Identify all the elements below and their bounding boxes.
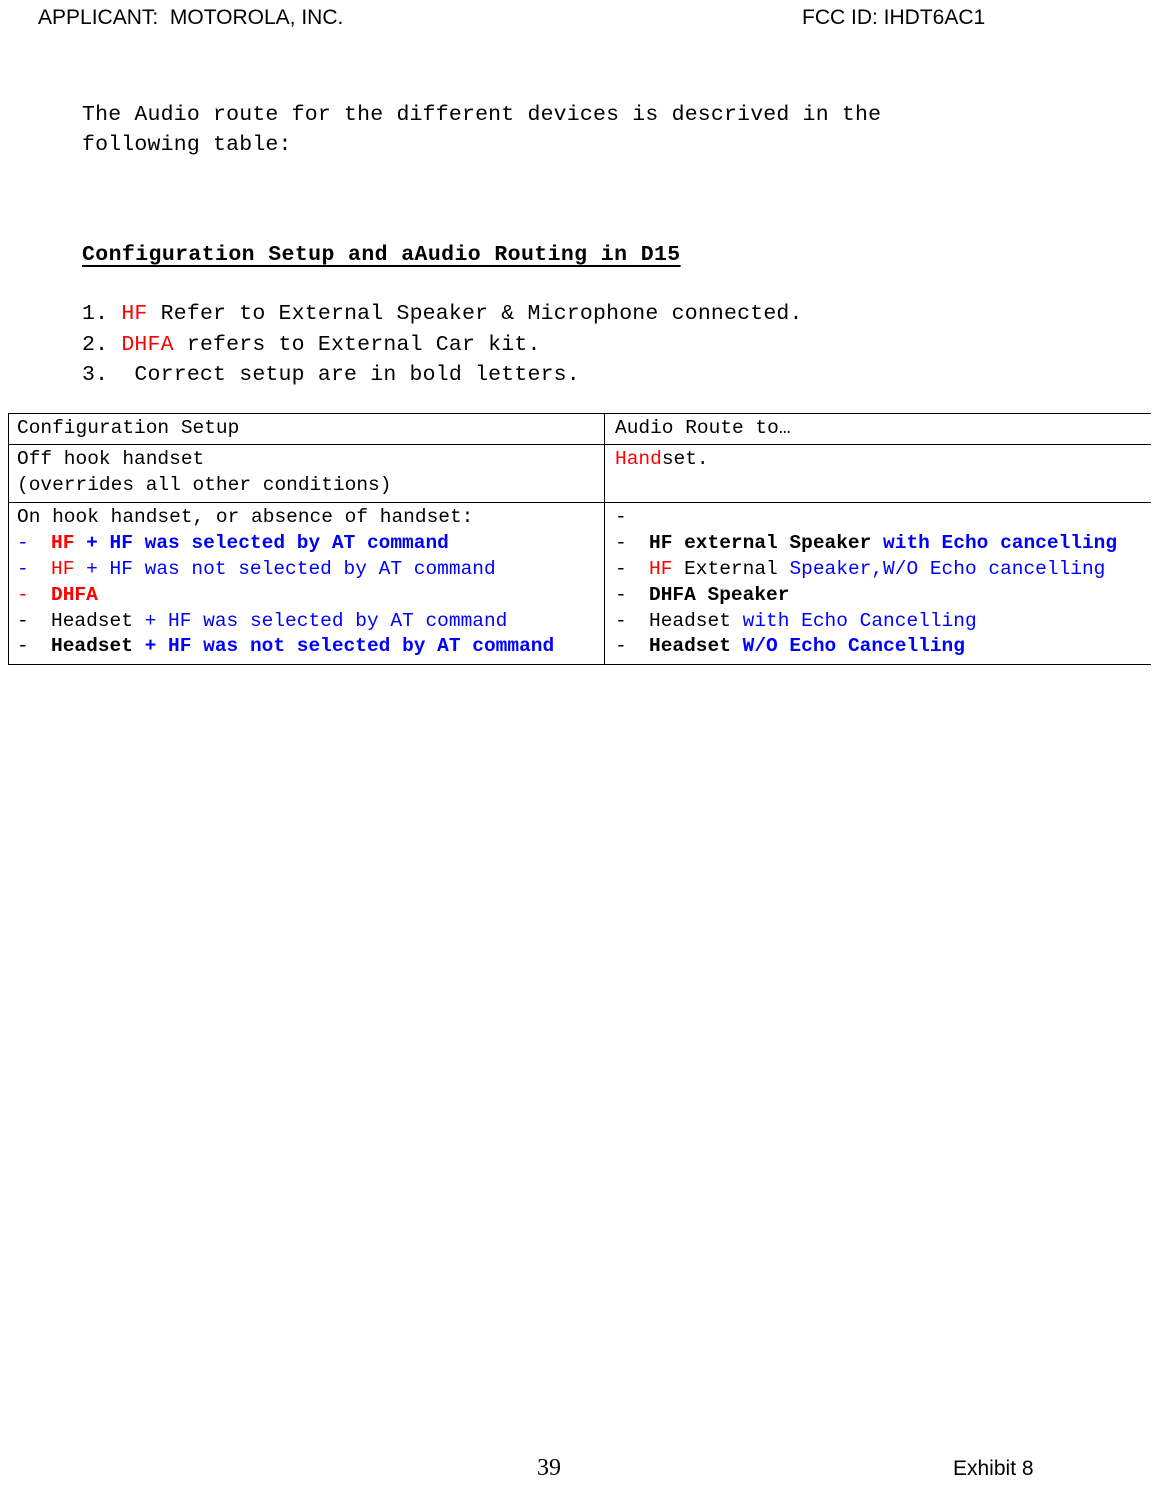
row-2-route-bullet-0: -	[615, 505, 1151, 531]
page-header: APPLICANT: MOTOROLA, INC. FCC ID: IHDT6A…	[0, 6, 1160, 40]
row-2-config-bullet-4: - Headset + HF was selected by AT command	[17, 609, 604, 635]
bullet-dash-icon: -	[615, 609, 627, 632]
row-2-config-bullet-2: - HF + HF was not selected by AT command	[17, 557, 604, 583]
note-3-text: 3. Correct setup are in bold letters.	[82, 363, 580, 387]
row-2-config-bullet-5-term: Headset	[51, 635, 133, 658]
row-2-config-bullet-5: - Headset + HF was not selected by AT com…	[17, 634, 604, 660]
table-header-configuration-setup: Configuration Setup	[8, 413, 605, 445]
row-1-configuration-cell: Off hook handset (overrides all other co…	[8, 443, 605, 504]
note-item-3: 3. Correct setup are in bold letters.	[82, 360, 803, 391]
row-2-route-bullet-4-term: Headset	[649, 609, 731, 632]
note-item-2: 2. DHFA refers to External Car kit.	[82, 330, 803, 361]
row-2-config-bullet-1-term: HF	[51, 532, 75, 555]
fcc-id-label: FCC ID: IHDT6AC1	[802, 6, 986, 29]
row-1-route-set: set.	[661, 447, 709, 470]
note-2-term: DHFA	[121, 332, 174, 357]
row-1-route-filler	[615, 474, 627, 496]
note-1-term: HF	[121, 302, 148, 326]
audio-routing-table: Configuration Setup Audio Route to… Off …	[8, 413, 1151, 666]
bullet-dash-icon: -	[17, 557, 29, 580]
note-1-number: 1.	[82, 302, 122, 326]
bullet-dash-icon: -	[615, 532, 627, 555]
table-header-configuration-setup-label: Configuration Setup	[17, 417, 240, 439]
row-2-config-bullet-1-text: + HF was selected by AT command	[74, 532, 449, 555]
table-header-audio-route: Audio Route to…	[604, 413, 1151, 445]
row-2-audio-route-cell: - - HF external Speaker with Echo cancell…	[604, 502, 1151, 666]
row-2-route-bullet-4: - Headset with Echo Cancelling	[615, 609, 1151, 635]
row-2-route-bullet-5-term: Headset	[649, 635, 731, 658]
table-row: On hook handset, or absence of handset: …	[8, 502, 1151, 666]
note-2-text: refers to External Car kit.	[173, 332, 541, 357]
row-1-config-line-1: Off hook handset	[17, 447, 205, 470]
bullet-dash-icon: -	[615, 557, 627, 580]
note-1-text: Refer to External Speaker & Microphone c…	[147, 302, 803, 326]
row-1-route-hand: Hand	[615, 447, 662, 470]
table-row: Off hook handset (overrides all other co…	[8, 443, 1151, 504]
row-2-config-bullet-3: - DHFA	[17, 583, 604, 609]
bullet-dash-icon: -	[17, 635, 29, 658]
note-2-number: 2.	[82, 332, 122, 357]
exhibit-label: Exhibit 8	[953, 1457, 1034, 1480]
note-item-1: 1. HF Refer to External Speaker & Microp…	[82, 299, 803, 330]
row-1-route-line-1: Handset.	[615, 448, 709, 470]
row-2-config-bullet-4-term: Headset	[51, 609, 133, 632]
row-2-route-bullet-5-text: W/O Echo Cancelling	[730, 635, 965, 658]
row-2-config-bullet-2-term: HF	[51, 557, 75, 580]
row-2-config-bullet-4-text: + HF was selected by AT command	[132, 609, 508, 632]
row-2-route-bullet-5: - Headset W/O Echo Cancelling	[615, 634, 1151, 660]
row-2-config-bullet-3-term: DHFA	[51, 583, 98, 606]
row-2-route-bullet-3-term: DHFA Speaker	[649, 583, 790, 606]
row-2-route-bullet-2-term: HF	[649, 557, 673, 580]
row-2-route-bullet-3: - DHFA Speaker	[615, 583, 1151, 609]
table-header-audio-route-label: Audio Route to…	[615, 417, 791, 439]
row-2-config-bullet-2-text: + HF was not selected by AT command	[74, 557, 496, 580]
row-2-config-bullet-5-text: + HF was not selected by AT command	[132, 635, 555, 658]
notes-list: 1. HF Refer to External Speaker & Microp…	[82, 299, 803, 391]
row-2-route-bullet-2: - HF External Speaker,W/O Echo cancelling	[615, 557, 1151, 583]
table-header-row: Configuration Setup Audio Route to…	[8, 413, 1151, 445]
page-number: 39	[537, 1455, 561, 1481]
row-2-route-bullet-2-text: Speaker,W/O Echo cancelling	[789, 557, 1106, 580]
bullet-dash-icon: -	[17, 532, 29, 555]
row-2-route-bullet-1-text: with Echo cancelling	[871, 532, 1118, 555]
section-heading: Configuration Setup and aAudio Routing i…	[82, 243, 681, 267]
intro-paragraph: The Audio route for the different device…	[82, 103, 882, 157]
bullet-dash-icon: -	[17, 583, 29, 606]
row-2-configuration-cell: On hook handset, or absence of handset: …	[8, 502, 605, 666]
row-1-audio-route-cell: Handset.	[604, 443, 1151, 504]
bullet-dash-icon: -	[615, 583, 627, 606]
bullet-dash-icon: -	[615, 506, 627, 529]
row-2-config-bullet-1: - HF + HF was selected by AT command	[17, 531, 604, 557]
row-2-route-bullet-2-mid: External	[672, 557, 790, 580]
row-2-route-bullet-4-text: with Echo Cancelling	[730, 609, 977, 632]
row-2-config-intro: On hook handset, or absence of handset:	[17, 506, 474, 529]
bullet-dash-icon: -	[17, 609, 29, 632]
row-2-route-bullet-1-term: HF external Speaker	[649, 532, 872, 555]
bullet-dash-icon: -	[615, 635, 627, 658]
row-1-config-line-2: (overrides all other conditions)	[17, 473, 392, 496]
row-2-route-bullet-1: - HF external Speaker with Echo cancellin…	[615, 531, 1151, 557]
applicant-label: APPLICANT: MOTOROLA, INC.	[38, 6, 344, 29]
